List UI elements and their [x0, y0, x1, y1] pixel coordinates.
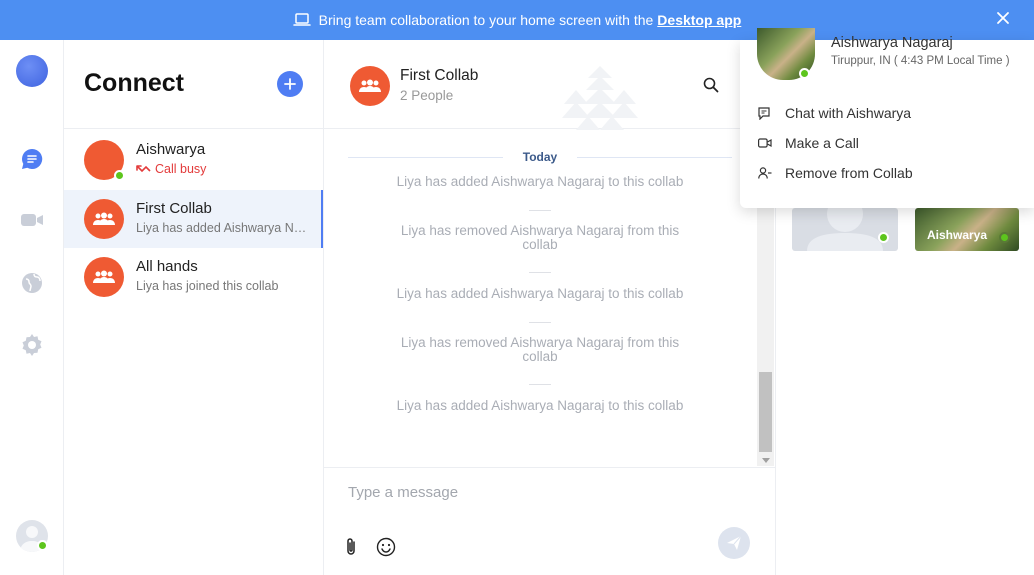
message-input[interactable]	[348, 484, 728, 501]
online-status-dot	[878, 232, 889, 243]
profile-name: Aishwarya Nagaraj	[831, 35, 953, 51]
message-separator	[529, 322, 551, 323]
online-status-dot	[37, 540, 48, 551]
online-status-dot	[799, 68, 810, 79]
scrollbar-thumb[interactable]	[759, 372, 772, 452]
participant-placeholder-icon	[807, 208, 883, 251]
pine-trees-decoration	[562, 66, 642, 135]
system-message: Liya has removed Aishwarya Nagaraj from …	[400, 335, 680, 364]
video-call-icon	[758, 138, 772, 148]
online-status-dot	[999, 232, 1010, 243]
chat-bubble-icon	[758, 106, 772, 120]
system-message: Liya has added Aishwarya Nagaraj to this…	[396, 174, 684, 189]
message-composer	[324, 467, 775, 575]
chat-header: First Collab 2 People	[324, 40, 775, 130]
banner-text: Bring team collaboration to your home sc…	[318, 12, 654, 28]
group-avatar	[84, 257, 124, 297]
chat-title[interactable]: First Collab	[400, 67, 478, 85]
send-icon	[727, 535, 742, 550]
system-message: Liya has removed Aishwarya Nagaraj from …	[400, 223, 680, 252]
online-status-dot	[114, 170, 125, 181]
chat-nav-icon[interactable]	[20, 147, 44, 171]
list-header: Connect	[64, 40, 323, 129]
emoji-icon[interactable]	[376, 537, 396, 562]
conversation-preview: Liya has joined this collab	[136, 279, 279, 293]
message-separator	[529, 384, 551, 385]
scroll-down-arrow[interactable]	[762, 458, 770, 463]
settings-nav-icon[interactable]	[20, 333, 44, 357]
new-conversation-button[interactable]	[277, 71, 303, 97]
remove-from-collab-label: Remove from Collab	[785, 165, 913, 181]
chat-with-label: Chat with Aishwarya	[785, 105, 912, 121]
desktop-app-link[interactable]: Desktop app	[657, 12, 741, 28]
remove-from-collab-button[interactable]: Remove from Collab	[758, 165, 913, 181]
group-icon	[93, 212, 115, 225]
conversation-item-aishwarya[interactable]: Aishwarya Call busy	[64, 131, 323, 189]
close-icon[interactable]	[996, 11, 1010, 28]
participant-name: Aishwarya	[927, 228, 988, 242]
make-call-button[interactable]: Make a Call	[758, 135, 859, 151]
workspace-avatar[interactable]	[16, 55, 48, 87]
laptop-icon	[292, 13, 311, 27]
desktop-app-banner: Bring team collaboration to your home sc…	[0, 0, 1034, 40]
date-divider: Today	[348, 148, 732, 168]
conversation-preview: Liya has added Aishwarya Nagaraj to this…	[136, 221, 310, 235]
message-separator	[529, 272, 551, 273]
send-button[interactable]	[718, 527, 750, 559]
app-nav-rail	[0, 40, 64, 575]
group-avatar	[84, 199, 124, 239]
group-avatar[interactable]	[350, 66, 390, 106]
profile-popup: Aishwarya Nagaraj Tiruppur, IN ( 4:43 PM…	[740, 28, 1034, 208]
conversation-name: Aishwarya	[136, 141, 206, 158]
message-separator	[529, 210, 551, 211]
attachment-icon[interactable]	[344, 537, 358, 562]
globe-nav-icon[interactable]	[20, 271, 44, 295]
page-title: Connect	[84, 69, 184, 97]
make-call-label: Make a Call	[785, 135, 859, 151]
participant-tile[interactable]: Aishwarya	[915, 208, 1019, 251]
conversation-item-first-collab[interactable]: First Collab Liya has added Aishwarya Na…	[64, 190, 323, 248]
chat-with-button[interactable]: Chat with Aishwarya	[758, 105, 911, 121]
call-status-label: Call busy	[155, 162, 207, 176]
remove-user-icon	[758, 167, 772, 179]
conversation-name: All hands	[136, 258, 198, 275]
group-icon	[93, 270, 115, 283]
group-icon	[359, 79, 381, 92]
conversation-name: First Collab	[136, 200, 212, 217]
search-icon[interactable]	[703, 77, 719, 98]
conversation-item-all-hands[interactable]: All hands Liya has joined this collab	[64, 248, 323, 306]
call-status: Call busy	[136, 162, 310, 176]
conversation-list: Connect Aishwarya Call busy First Collab…	[64, 40, 324, 575]
participant-tile[interactable]	[792, 208, 898, 251]
system-message: Liya has added Aishwarya Nagaraj to this…	[396, 286, 684, 301]
chat-pane: First Collab 2 People Today Liya has add…	[324, 40, 775, 575]
profile-location: Tiruppur, IN ( 4:43 PM Local Time )	[831, 55, 1010, 67]
missed-call-icon	[136, 165, 151, 173]
member-count[interactable]: 2 People	[400, 88, 453, 103]
video-nav-icon[interactable]	[20, 208, 44, 232]
system-message: Liya has added Aishwarya Nagaraj to this…	[396, 398, 684, 413]
date-divider-label: Today	[522, 150, 558, 164]
